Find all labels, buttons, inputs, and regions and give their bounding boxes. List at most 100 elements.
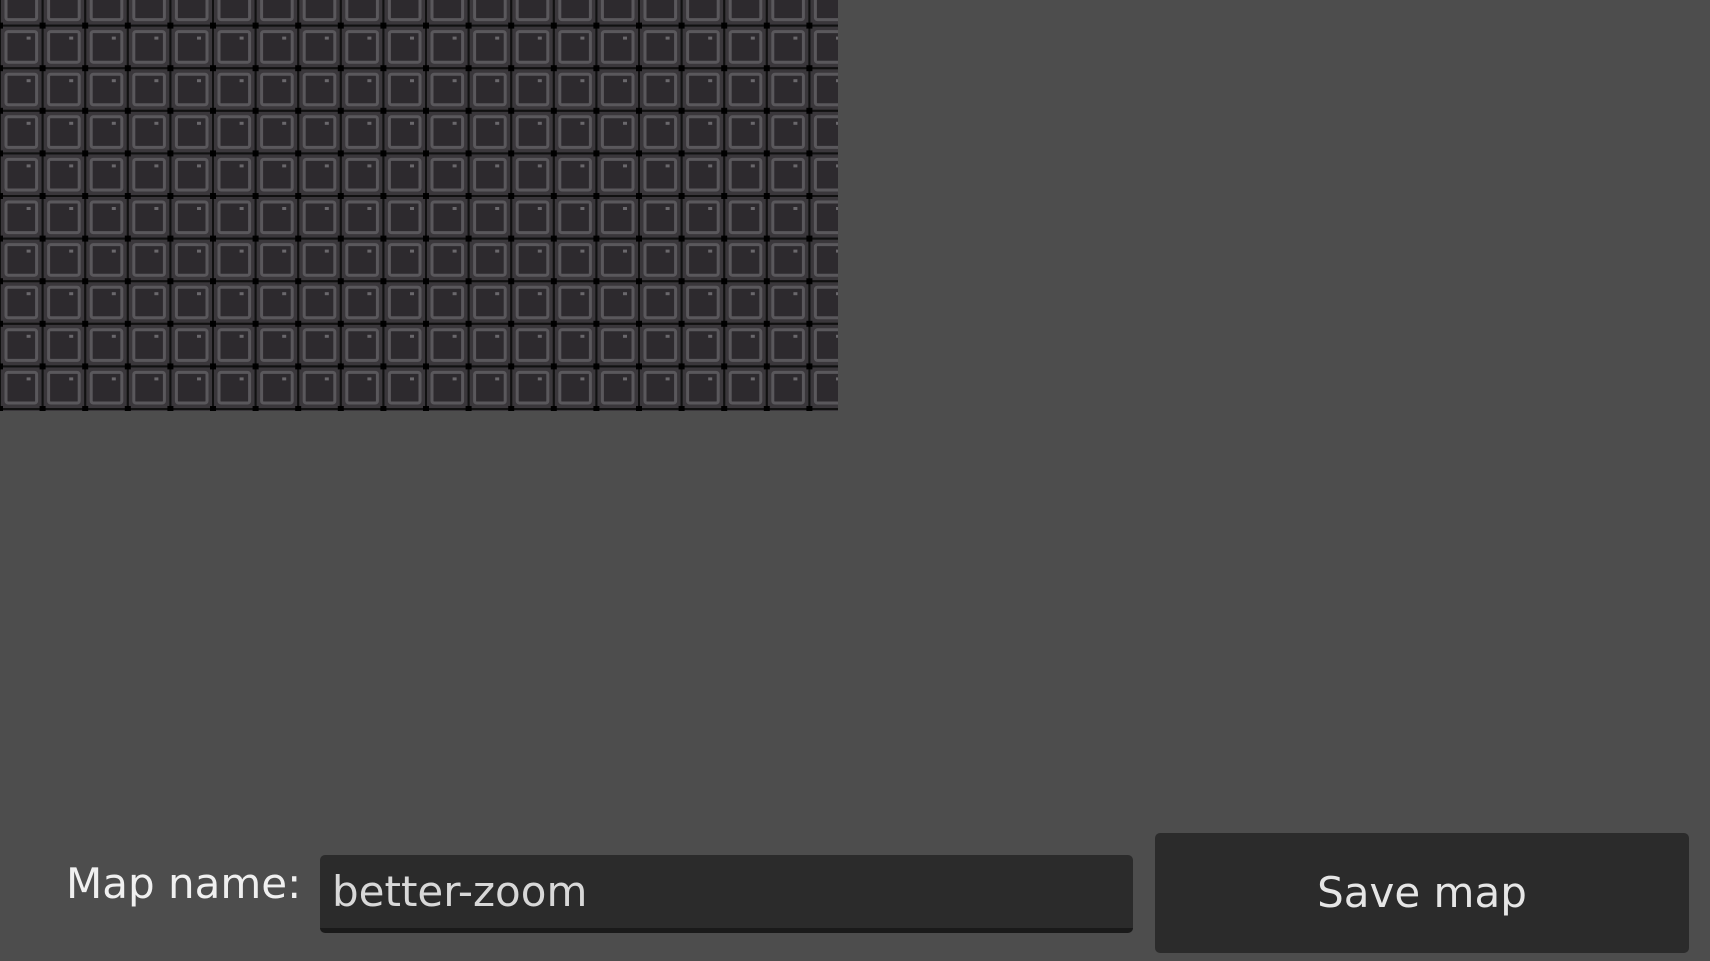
floor-tile[interactable] <box>597 239 638 281</box>
floor-tile[interactable] <box>682 367 724 408</box>
floor-tile[interactable] <box>299 282 340 323</box>
floor-tile[interactable] <box>86 0 127 25</box>
floor-tile[interactable] <box>1 154 42 195</box>
floor-tile[interactable] <box>128 239 170 281</box>
floor-tile[interactable] <box>469 111 511 153</box>
floor-tile[interactable] <box>341 197 383 238</box>
save-map-button[interactable]: Save map <box>1155 833 1689 953</box>
floor-tile[interactable] <box>640 410 681 411</box>
floor-tile[interactable] <box>767 0 809 25</box>
floor-tile[interactable] <box>256 111 298 153</box>
floor-tile[interactable] <box>640 324 681 366</box>
floor-tile[interactable] <box>171 154 212 195</box>
floor-tile[interactable] <box>43 367 85 408</box>
floor-tile[interactable] <box>214 324 255 366</box>
floor-tile[interactable] <box>512 0 553 25</box>
floor-tile[interactable] <box>725 0 766 25</box>
floor-tile[interactable] <box>341 410 383 411</box>
floor-tile[interactable] <box>256 26 298 68</box>
floor-tile[interactable] <box>86 367 127 408</box>
floor-tile[interactable] <box>682 0 724 25</box>
floor-tile[interactable] <box>86 324 127 366</box>
floor-tile[interactable] <box>810 69 838 110</box>
floor-tile[interactable] <box>554 111 596 153</box>
floor-tile[interactable] <box>256 0 298 25</box>
floor-tile[interactable] <box>384 282 425 323</box>
floor-tile[interactable] <box>214 367 255 408</box>
floor-tile[interactable] <box>469 324 511 366</box>
floor-tile[interactable] <box>427 239 468 281</box>
floor-tile[interactable] <box>341 0 383 25</box>
floor-tile[interactable] <box>682 154 724 195</box>
floor-tile[interactable] <box>86 410 127 411</box>
floor-tile[interactable] <box>469 282 511 323</box>
floor-tile[interactable] <box>427 26 468 68</box>
floor-tile[interactable] <box>427 282 468 323</box>
floor-tile[interactable] <box>597 154 638 195</box>
floor-tile[interactable] <box>341 324 383 366</box>
floor-tile[interactable] <box>512 410 553 411</box>
floor-tile[interactable] <box>427 410 468 411</box>
floor-tile[interactable] <box>682 410 724 411</box>
floor-tile[interactable] <box>341 154 383 195</box>
floor-tile[interactable] <box>299 410 340 411</box>
floor-tile[interactable] <box>640 26 681 68</box>
floor-tile[interactable] <box>767 69 809 110</box>
floor-tile[interactable] <box>597 367 638 408</box>
floor-tile[interactable] <box>512 69 553 110</box>
floor-tile[interactable] <box>171 69 212 110</box>
floor-tile[interactable] <box>43 111 85 153</box>
floor-tile[interactable] <box>299 197 340 238</box>
floor-tile[interactable] <box>512 367 553 408</box>
floor-tile[interactable] <box>214 282 255 323</box>
floor-tile[interactable] <box>128 197 170 238</box>
floor-tile[interactable] <box>810 410 838 411</box>
floor-tile[interactable] <box>256 367 298 408</box>
floor-tile[interactable] <box>682 197 724 238</box>
floor-tile[interactable] <box>384 0 425 25</box>
floor-tile[interactable] <box>214 0 255 25</box>
floor-tile[interactable] <box>512 111 553 153</box>
floor-tile[interactable] <box>256 282 298 323</box>
floor-tile[interactable] <box>128 282 170 323</box>
floor-tile[interactable] <box>256 239 298 281</box>
floor-tile[interactable] <box>725 197 766 238</box>
floor-tile[interactable] <box>767 282 809 323</box>
floor-tile[interactable] <box>725 239 766 281</box>
floor-tile[interactable] <box>682 111 724 153</box>
floor-tile[interactable] <box>554 0 596 25</box>
floor-tile[interactable] <box>767 239 809 281</box>
floor-tile[interactable] <box>512 324 553 366</box>
floor-tile[interactable] <box>597 69 638 110</box>
floor-tile[interactable] <box>171 0 212 25</box>
floor-tile[interactable] <box>810 26 838 68</box>
map-name-input[interactable] <box>320 855 1133 933</box>
floor-tile[interactable] <box>86 26 127 68</box>
floor-tile[interactable] <box>554 410 596 411</box>
floor-tile[interactable] <box>341 26 383 68</box>
floor-tile[interactable] <box>341 367 383 408</box>
floor-tile[interactable] <box>427 0 468 25</box>
floor-tile[interactable] <box>640 367 681 408</box>
floor-tile[interactable] <box>427 111 468 153</box>
floor-tile[interactable] <box>554 324 596 366</box>
floor-tile[interactable] <box>554 26 596 68</box>
floor-tile[interactable] <box>43 26 85 68</box>
floor-tile[interactable] <box>384 197 425 238</box>
floor-tile[interactable] <box>554 154 596 195</box>
floor-tile[interactable] <box>554 282 596 323</box>
floor-tile[interactable] <box>128 69 170 110</box>
floor-tile[interactable] <box>810 0 838 25</box>
floor-tile[interactable] <box>810 239 838 281</box>
floor-tile[interactable] <box>512 282 553 323</box>
floor-tile[interactable] <box>214 410 255 411</box>
floor-tile[interactable] <box>640 239 681 281</box>
floor-tile[interactable] <box>1 0 42 25</box>
floor-tile[interactable] <box>725 410 766 411</box>
floor-tile[interactable] <box>512 239 553 281</box>
floor-tile[interactable] <box>86 197 127 238</box>
floor-tile[interactable] <box>427 324 468 366</box>
floor-tile[interactable] <box>554 69 596 110</box>
floor-tile[interactable] <box>128 410 170 411</box>
floor-tile[interactable] <box>43 239 85 281</box>
